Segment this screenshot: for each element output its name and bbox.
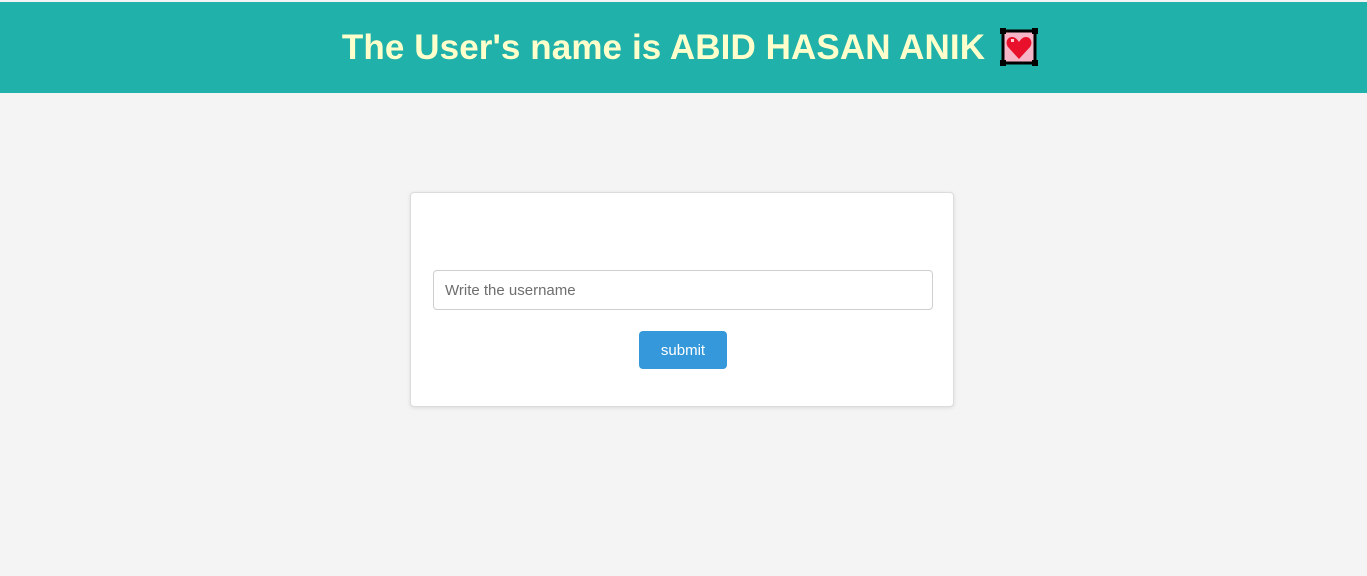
header-content: The User's name is ABID HASAN ANIK bbox=[341, 27, 1039, 67]
heart-emoji-icon bbox=[999, 27, 1039, 67]
submit-button[interactable]: submit bbox=[639, 331, 727, 369]
page: The User's name is ABID HASAN ANIK submi… bbox=[0, 0, 1367, 576]
header-bar: The User's name is ABID HASAN ANIK bbox=[0, 2, 1367, 93]
username-input[interactable] bbox=[433, 270, 933, 310]
page-title: The User's name is ABID HASAN ANIK bbox=[341, 28, 986, 67]
username-form-card: submit bbox=[410, 192, 954, 407]
